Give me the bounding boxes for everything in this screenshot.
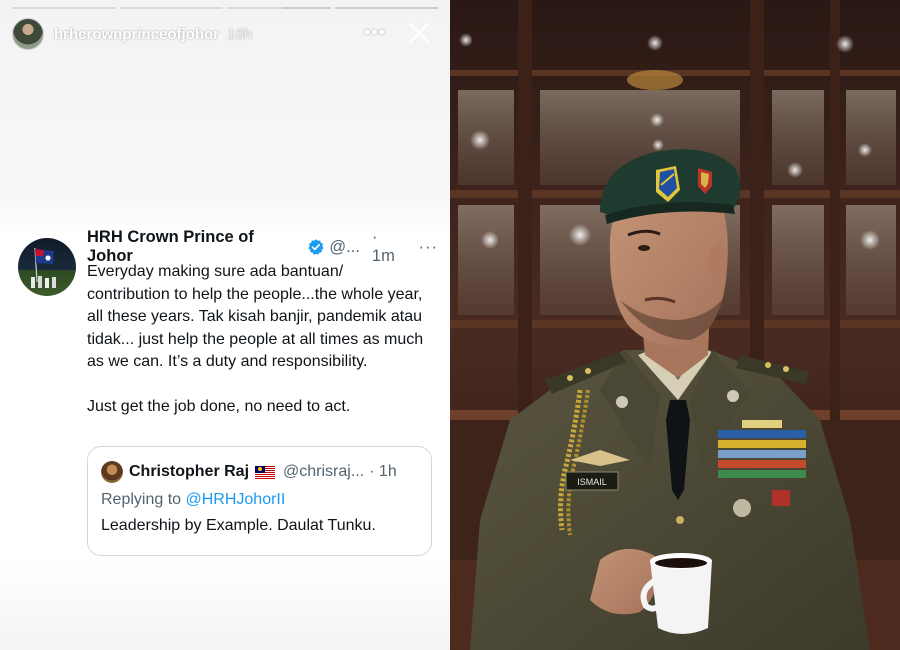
progress-segment xyxy=(334,7,438,9)
replying-to: Replying to @HRHJohorII xyxy=(101,491,417,509)
quote-author-name[interactable]: Christopher Raj xyxy=(129,463,249,481)
story-header: hrhcrownprinceofjohor 16h ••• xyxy=(12,18,438,50)
flag-photo-icon xyxy=(31,247,56,288)
quoted-tweet[interactable]: Christopher Raj @chrisraj... · 1h Replyi… xyxy=(87,446,432,556)
quote-author-avatar[interactable] xyxy=(101,461,123,483)
quote-time[interactable]: · 1h xyxy=(369,463,397,481)
tweet-more-button[interactable]: ··· xyxy=(419,238,438,257)
tweet-author-avatar[interactable] xyxy=(18,238,76,296)
quote-handle[interactable]: @chrisraj... xyxy=(283,463,364,481)
story-timestamp: 16h xyxy=(227,25,253,43)
name-tag-text: ISMAIL xyxy=(577,477,607,487)
story-progress-bar xyxy=(12,7,438,9)
more-horizontal-icon[interactable]: ••• xyxy=(364,22,386,43)
progress-segment xyxy=(12,7,116,9)
photo-illustration: ISMAIL xyxy=(450,0,900,650)
progress-segment xyxy=(119,7,223,9)
tweet-handle[interactable]: @... xyxy=(329,238,360,257)
story-username[interactable]: hrhcrownprinceofjohor xyxy=(54,26,219,43)
verified-badge-icon xyxy=(308,239,324,255)
malaysia-flag-icon xyxy=(255,465,276,479)
replying-to-prefix: Replying to xyxy=(101,491,182,508)
tweet-paragraph: Just get the job done, no need to act. xyxy=(87,397,351,415)
tweet-time[interactable]: · 1m xyxy=(372,228,405,266)
tweet-card[interactable]: HRH Crown Prince of Johor @... · 1m ··· … xyxy=(18,228,438,556)
replying-to-link[interactable]: @HRHJohorII xyxy=(186,491,286,508)
story-avatar[interactable] xyxy=(12,18,44,50)
tweet-paragraph: Everyday making sure ada bantuan/ contri… xyxy=(87,263,424,370)
officer-photo: ISMAIL xyxy=(450,0,900,650)
story-panel[interactable]: hrhcrownprinceofjohor 16h ••• HRH Crown … xyxy=(0,0,450,650)
tweet-text: Everyday making sure ada bantuan/ contri… xyxy=(87,261,427,418)
quote-text: Leadership by Example. Daulat Tunku. xyxy=(101,517,376,534)
progress-segment xyxy=(227,7,331,9)
close-icon[interactable] xyxy=(404,18,434,48)
